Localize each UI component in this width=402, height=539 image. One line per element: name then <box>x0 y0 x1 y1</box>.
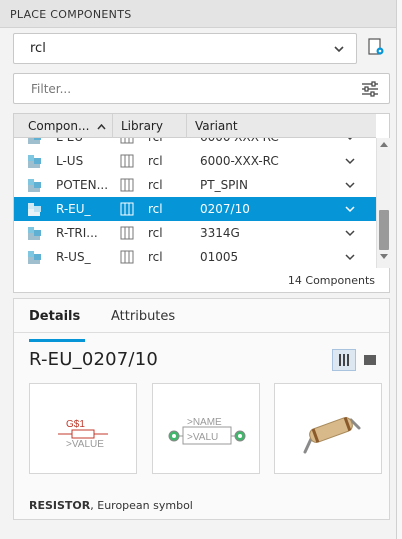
library-icon <box>120 226 134 240</box>
description-type: RESISTOR <box>29 499 91 512</box>
tab-divider <box>14 332 389 333</box>
table-row[interactable]: POTEN... rcl PT_SPIN <box>14 173 376 197</box>
component-name: R-EU_ <box>56 202 91 216</box>
component-name: POTEN... <box>56 178 109 192</box>
library-icon <box>120 250 134 264</box>
component-icon <box>28 203 41 216</box>
part-title: R-EU_0207/10 <box>29 349 158 370</box>
tab-attributes[interactable]: Attributes <box>111 309 175 333</box>
panel-footer <box>0 526 396 539</box>
scrollbar-thumb[interactable] <box>379 210 389 250</box>
column-header-library[interactable]: Library <box>113 114 187 138</box>
columns-view-button[interactable] <box>332 349 356 371</box>
components-table: Compon... Library Variant L-EU rcl 6000-… <box>13 113 390 293</box>
component-icon <box>28 227 41 240</box>
chevron-down-icon[interactable] <box>345 138 355 141</box>
3d-model-preview[interactable] <box>274 383 382 474</box>
table-header: Compon... Library Variant <box>14 114 376 138</box>
library-icon <box>120 202 134 216</box>
table-row-selected[interactable]: R-EU_ rcl 0207/10 <box>14 197 376 221</box>
column-header-component[interactable]: Compon... <box>14 114 113 138</box>
chevron-down-icon[interactable] <box>345 181 355 189</box>
component-name: R-US_ <box>56 250 91 264</box>
table-body: L-EU rcl 6000-XXX-RC L-US rcl 6000-XXX-R… <box>14 138 376 268</box>
component-library: rcl <box>148 178 163 192</box>
details-panel: Details Attributes R-EU_0207/10 G$1 >VAL… <box>13 298 390 520</box>
component-variant: 0207/10 <box>200 202 250 216</box>
svg-text:>VALUE: >VALUE <box>66 439 104 450</box>
library-icon <box>120 138 134 144</box>
resistor-footprint-icon: >NAME >VALU <box>168 417 246 445</box>
resistor-symbol-icon: G$1 >VALUE <box>58 419 108 450</box>
table-row[interactable]: R-TRI... rcl 3314G <box>14 221 376 245</box>
library-icon <box>120 154 134 168</box>
search-value: rcl <box>30 41 46 56</box>
component-library: rcl <box>148 202 163 216</box>
panel-resize-edge[interactable] <box>396 0 402 539</box>
component-library: rcl <box>148 154 163 168</box>
component-name: R-TRI... <box>56 226 98 240</box>
panel-header: PLACE COMPONENTS <box>0 0 396 28</box>
component-count: 14 Components <box>287 274 375 287</box>
chevron-down-icon[interactable] <box>332 42 346 56</box>
table-row[interactable]: R-US_ rcl 01005 <box>14 245 376 268</box>
table-row[interactable]: L-US rcl 6000-XXX-RC <box>14 149 376 173</box>
svg-text:>VALU: >VALU <box>187 432 218 443</box>
chevron-down-icon[interactable] <box>345 253 355 261</box>
footprint-preview[interactable]: >NAME >VALU <box>152 383 260 474</box>
scroll-up-icon[interactable] <box>380 141 388 147</box>
component-search-combobox[interactable]: rcl <box>13 33 357 64</box>
column-header-variant[interactable]: Variant <box>187 114 376 138</box>
component-icon <box>28 251 41 264</box>
library-settings-icon[interactable] <box>367 38 385 56</box>
component-variant: 6000-XXX-RC <box>200 154 279 168</box>
scroll-down-icon[interactable] <box>380 254 388 260</box>
single-view-button[interactable] <box>364 355 376 365</box>
columns-icon <box>339 354 349 366</box>
svg-text:>NAME: >NAME <box>187 417 222 428</box>
description-text: , European symbol <box>90 499 193 512</box>
symbol-preview[interactable]: G$1 >VALUE <box>29 383 137 474</box>
library-icon <box>120 178 134 192</box>
chevron-down-icon[interactable] <box>345 229 355 237</box>
filter-sliders-icon[interactable] <box>361 81 379 97</box>
chevron-down-icon[interactable] <box>345 205 355 213</box>
filter-placeholder: Filter... <box>31 82 72 96</box>
component-library: rcl <box>148 226 163 240</box>
component-variant: 01005 <box>200 250 239 264</box>
table-scrollbar[interactable] <box>376 138 390 268</box>
component-library: rcl <box>148 250 163 264</box>
filter-input[interactable]: Filter... <box>13 73 390 104</box>
component-name: L-US <box>56 154 84 168</box>
component-variant: 3314G <box>200 226 240 240</box>
component-icon <box>28 179 41 192</box>
tab-details[interactable]: Details <box>29 309 85 342</box>
table-row[interactable]: L-EU rcl 6000-XXX-RC <box>14 138 376 149</box>
component-variant: PT_SPIN <box>200 178 248 192</box>
component-icon <box>28 138 41 144</box>
part-description: RESISTOR, European symbol <box>29 499 193 512</box>
svg-text:G$1: G$1 <box>66 419 85 430</box>
chevron-down-icon[interactable] <box>345 157 355 165</box>
panel-title: PLACE COMPONENTS <box>10 8 132 21</box>
resistor-3d-icon <box>303 416 361 454</box>
sort-ascending-icon <box>97 123 106 129</box>
component-icon <box>28 155 41 168</box>
